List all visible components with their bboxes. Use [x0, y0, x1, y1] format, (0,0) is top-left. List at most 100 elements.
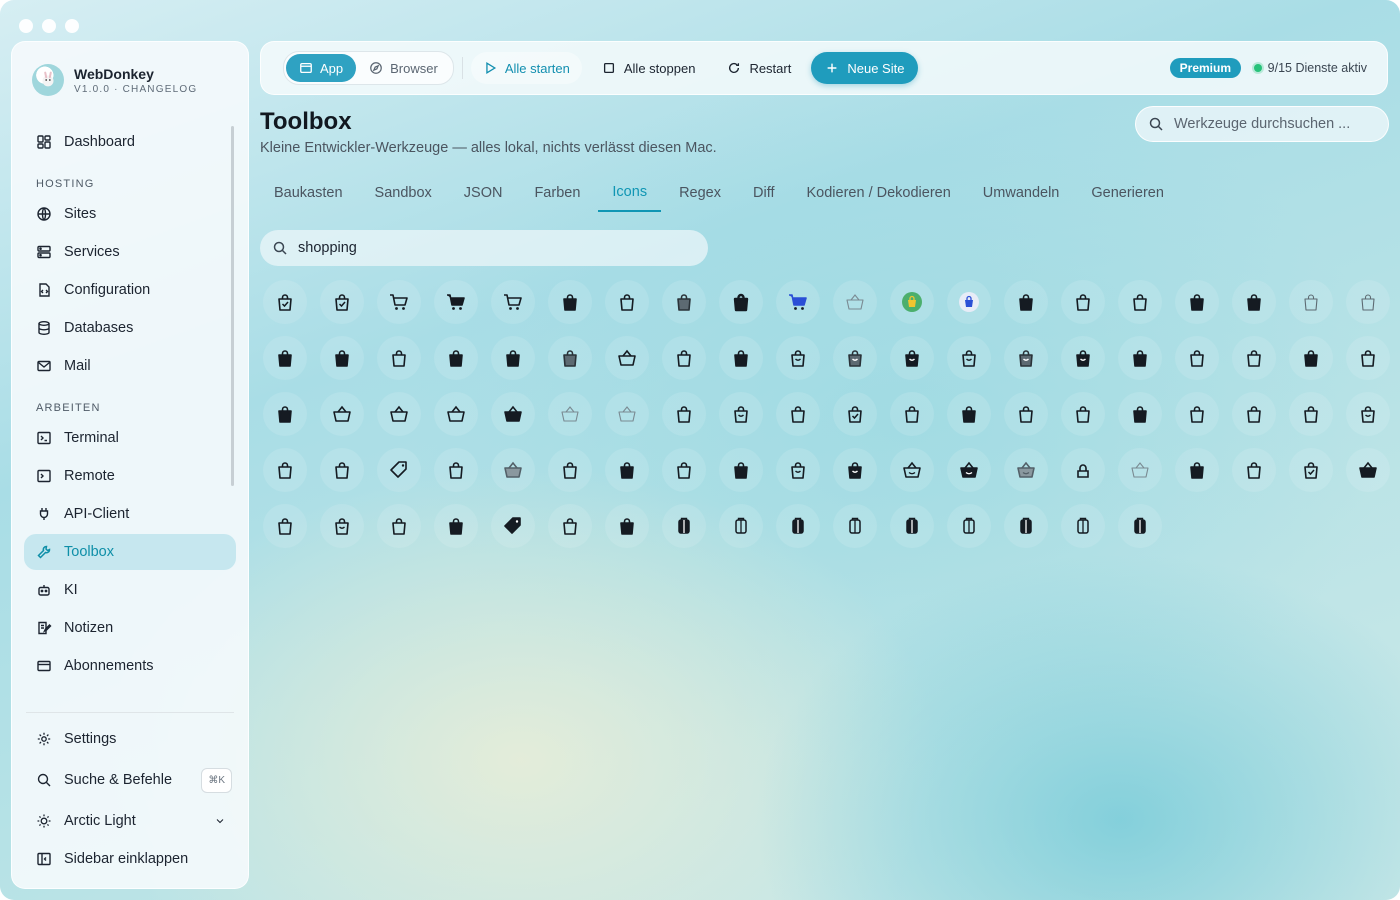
tab-regex[interactable]: Regex — [665, 173, 735, 212]
icon-result-cell[interactable] — [1282, 386, 1339, 442]
icon-result-cell[interactable] — [712, 498, 769, 554]
icon-result-cell[interactable] — [598, 274, 655, 330]
sidebar-scrollbar[interactable] — [231, 126, 234, 486]
icon-result-cell[interactable] — [769, 498, 826, 554]
icon-result-cell[interactable] — [313, 498, 370, 554]
icon-result-cell[interactable] — [712, 330, 769, 386]
icon-result-cell[interactable] — [1054, 386, 1111, 442]
icon-result-cell[interactable] — [769, 274, 826, 330]
icon-result-cell[interactable] — [883, 386, 940, 442]
restart-button[interactable]: Restart — [715, 52, 803, 84]
icon-result-cell[interactable] — [427, 386, 484, 442]
icon-result-cell[interactable] — [1111, 386, 1168, 442]
icon-result-cell[interactable] — [484, 386, 541, 442]
icon-result-cell[interactable] — [655, 330, 712, 386]
icon-result-cell[interactable] — [769, 330, 826, 386]
tab-icons[interactable]: Icons — [598, 173, 662, 212]
icon-search-input[interactable] — [298, 240, 498, 256]
icon-result-cell[interactable] — [313, 386, 370, 442]
icon-result-cell[interactable] — [598, 442, 655, 498]
icon-result-cell[interactable] — [598, 498, 655, 554]
sidebar-item-sites[interactable]: Sites — [24, 196, 236, 232]
theme-selector[interactable]: Arctic Light — [24, 803, 236, 839]
icon-result-cell[interactable] — [1168, 330, 1225, 386]
icon-result-cell[interactable] — [256, 498, 313, 554]
icon-result-cell[interactable] — [826, 274, 883, 330]
icon-result-cell[interactable] — [1054, 330, 1111, 386]
icon-result-cell[interactable] — [1225, 330, 1282, 386]
icon-result-cell[interactable] — [1111, 330, 1168, 386]
tab-umwandeln[interactable]: Umwandeln — [969, 173, 1074, 212]
icon-result-cell[interactable] — [883, 442, 940, 498]
icon-result-cell[interactable] — [940, 274, 997, 330]
icon-result-cell[interactable] — [1225, 442, 1282, 498]
icon-result-cell[interactable] — [1111, 498, 1168, 554]
icon-result-cell[interactable] — [826, 386, 883, 442]
stop-all-button[interactable]: Alle stoppen — [590, 52, 708, 84]
icon-result-cell[interactable] — [427, 442, 484, 498]
icon-result-cell[interactable] — [541, 442, 598, 498]
icon-result-cell[interactable] — [370, 442, 427, 498]
tool-search-field[interactable] — [1135, 106, 1389, 142]
icon-result-cell[interactable] — [313, 330, 370, 386]
icon-result-cell[interactable] — [769, 442, 826, 498]
icon-result-cell[interactable] — [541, 386, 598, 442]
sidebar-item-abonnements[interactable]: Abonnements — [24, 648, 236, 684]
icon-result-cell[interactable] — [598, 386, 655, 442]
icon-result-cell[interactable] — [1054, 498, 1111, 554]
icon-result-cell[interactable] — [883, 330, 940, 386]
icon-result-cell[interactable] — [940, 330, 997, 386]
icon-result-cell[interactable] — [826, 442, 883, 498]
sidebar-item-ki[interactable]: KI — [24, 572, 236, 608]
icon-result-cell[interactable] — [1111, 442, 1168, 498]
icon-result-cell[interactable] — [940, 498, 997, 554]
tab-sandbox[interactable]: Sandbox — [361, 173, 446, 212]
new-site-button[interactable]: Neue Site — [811, 52, 919, 84]
brand[interactable]: WebDonkey V1.0.0 · CHANGELOG — [32, 64, 197, 96]
icon-result-cell[interactable] — [541, 498, 598, 554]
icon-result-cell[interactable] — [655, 386, 712, 442]
icon-result-cell[interactable] — [427, 330, 484, 386]
icon-result-cell[interactable] — [712, 442, 769, 498]
sidebar-item-services[interactable]: Services — [24, 234, 236, 270]
icon-result-cell[interactable] — [1282, 442, 1339, 498]
sidebar-item-databases[interactable]: Databases — [24, 310, 236, 346]
sidebar-item-configuration[interactable]: Configuration — [24, 272, 236, 308]
icon-result-cell[interactable] — [1111, 274, 1168, 330]
icon-result-cell[interactable] — [1339, 386, 1396, 442]
icon-result-cell[interactable] — [1168, 442, 1225, 498]
icon-result-cell[interactable] — [997, 498, 1054, 554]
icon-result-cell[interactable] — [826, 498, 883, 554]
tab-kodieren[interactable]: Kodieren / Dekodieren — [793, 173, 965, 212]
zoom-window-button[interactable] — [65, 19, 79, 33]
icon-result-cell[interactable] — [940, 386, 997, 442]
mode-app-button[interactable]: App — [286, 54, 357, 82]
icon-result-cell[interactable] — [427, 498, 484, 554]
app-version-changelog-link[interactable]: V1.0.0 · CHANGELOG — [74, 84, 197, 95]
sidebar-item-search-commands[interactable]: Suche & Befehle ⌘K — [24, 762, 236, 798]
icon-result-cell[interactable] — [598, 330, 655, 386]
tab-diff[interactable]: Diff — [739, 173, 789, 212]
icon-result-cell[interactable] — [769, 386, 826, 442]
icon-result-cell[interactable] — [484, 274, 541, 330]
icon-result-cell[interactable] — [256, 274, 313, 330]
icon-result-cell[interactable] — [1168, 274, 1225, 330]
sidebar-item-terminal[interactable]: Terminal — [24, 420, 236, 456]
icon-result-cell[interactable] — [712, 386, 769, 442]
icon-result-cell[interactable] — [997, 442, 1054, 498]
mode-browser-button[interactable]: Browser — [356, 54, 451, 82]
sidebar-item-remote[interactable]: Remote — [24, 458, 236, 494]
sidebar-item-toolbox[interactable]: Toolbox — [24, 534, 236, 570]
sidebar-item-settings[interactable]: Settings — [24, 721, 236, 757]
tab-farben[interactable]: Farben — [520, 173, 594, 212]
icon-result-cell[interactable] — [1225, 386, 1282, 442]
minimize-window-button[interactable] — [42, 19, 56, 33]
icon-result-cell[interactable] — [997, 386, 1054, 442]
sidebar-item-api-client[interactable]: API-Client — [24, 496, 236, 532]
sidebar-item-dashboard[interactable]: Dashboard — [24, 124, 236, 160]
icon-result-cell[interactable] — [370, 386, 427, 442]
icon-result-cell[interactable] — [1339, 442, 1396, 498]
icon-result-cell[interactable] — [256, 442, 313, 498]
icon-result-cell[interactable] — [1282, 274, 1339, 330]
icon-result-cell[interactable] — [256, 330, 313, 386]
